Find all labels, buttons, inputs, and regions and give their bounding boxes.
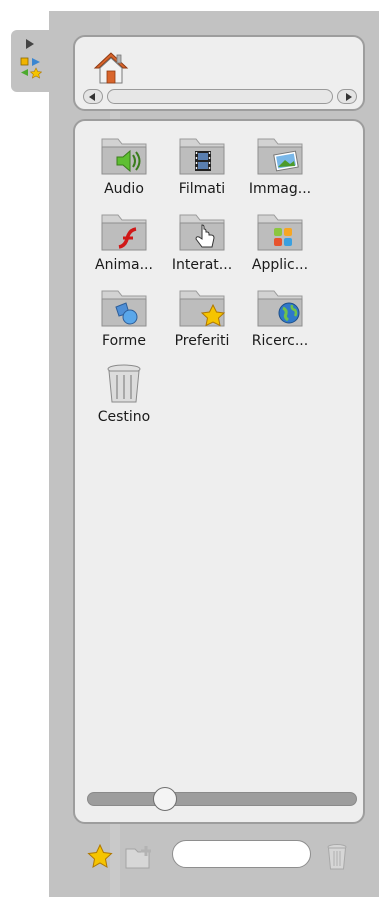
folder-images-icon (257, 138, 303, 175)
folder-interactive[interactable]: Interat... (163, 209, 241, 285)
folder-shapes-icon (101, 290, 147, 327)
folder-label: Filmati (178, 181, 226, 197)
search-input[interactable] (172, 840, 311, 868)
mini-toolbox-icon (20, 57, 42, 79)
folder-search-icon (257, 290, 303, 327)
folder-label: Forme (102, 333, 146, 349)
zoom-slider-rail[interactable] (87, 792, 357, 806)
folder-search[interactable]: Ricerc... (241, 285, 319, 361)
folder-trash[interactable]: Cestino (85, 361, 163, 437)
folder-interactive-icon (179, 214, 225, 251)
bottom-toolbar (73, 838, 365, 878)
library-content: Audio Filmati Immag... Anima... Interat.… (73, 119, 365, 824)
scroll-right-button[interactable] (337, 89, 357, 104)
triangle-right-icon[interactable] (26, 39, 34, 49)
folder-flash-icon (101, 214, 147, 251)
folder-shapes[interactable]: Forme (85, 285, 163, 361)
folder-favorites[interactable]: Preferiti (163, 285, 241, 361)
folder-label: Cestino (97, 409, 151, 425)
folder-label: Audio (104, 181, 144, 197)
folder-apps-icon (257, 214, 303, 251)
folder-audio-icon (101, 138, 147, 175)
folder-apps[interactable]: Applic... (241, 209, 319, 285)
zoom-slider[interactable] (87, 787, 357, 811)
folder-favorites-icon (179, 290, 226, 327)
folder-label: Applic... (251, 257, 309, 273)
scroll-left-button[interactable] (83, 89, 103, 104)
folder-audio[interactable]: Audio (85, 133, 163, 209)
trash-icon (107, 364, 141, 403)
folder-movies[interactable]: Filmati (163, 133, 241, 209)
folder-flash[interactable]: Anima... (85, 209, 163, 285)
scroll-track[interactable] (107, 89, 333, 104)
zoom-slider-knob[interactable] (153, 787, 177, 811)
home-icon[interactable] (93, 51, 129, 85)
folder-label: Interat... (171, 257, 233, 273)
sidebar-expand-tab[interactable] (11, 30, 49, 92)
folder-label: Anima... (95, 257, 153, 273)
folder-movies-icon (179, 138, 225, 175)
folder-label: Ricerc... (251, 333, 309, 349)
folder-images[interactable]: Immag... (241, 133, 319, 209)
folder-label: Preferiti (174, 333, 230, 349)
arrow-left-icon (89, 93, 95, 101)
path-bar (73, 35, 365, 111)
folder-label: Immag... (248, 181, 312, 197)
path-scrollbar[interactable] (83, 88, 357, 107)
trash-icon[interactable] (325, 842, 349, 870)
arrow-right-icon (346, 93, 352, 101)
new-folder-icon[interactable] (125, 844, 155, 870)
star-icon[interactable] (87, 844, 113, 870)
